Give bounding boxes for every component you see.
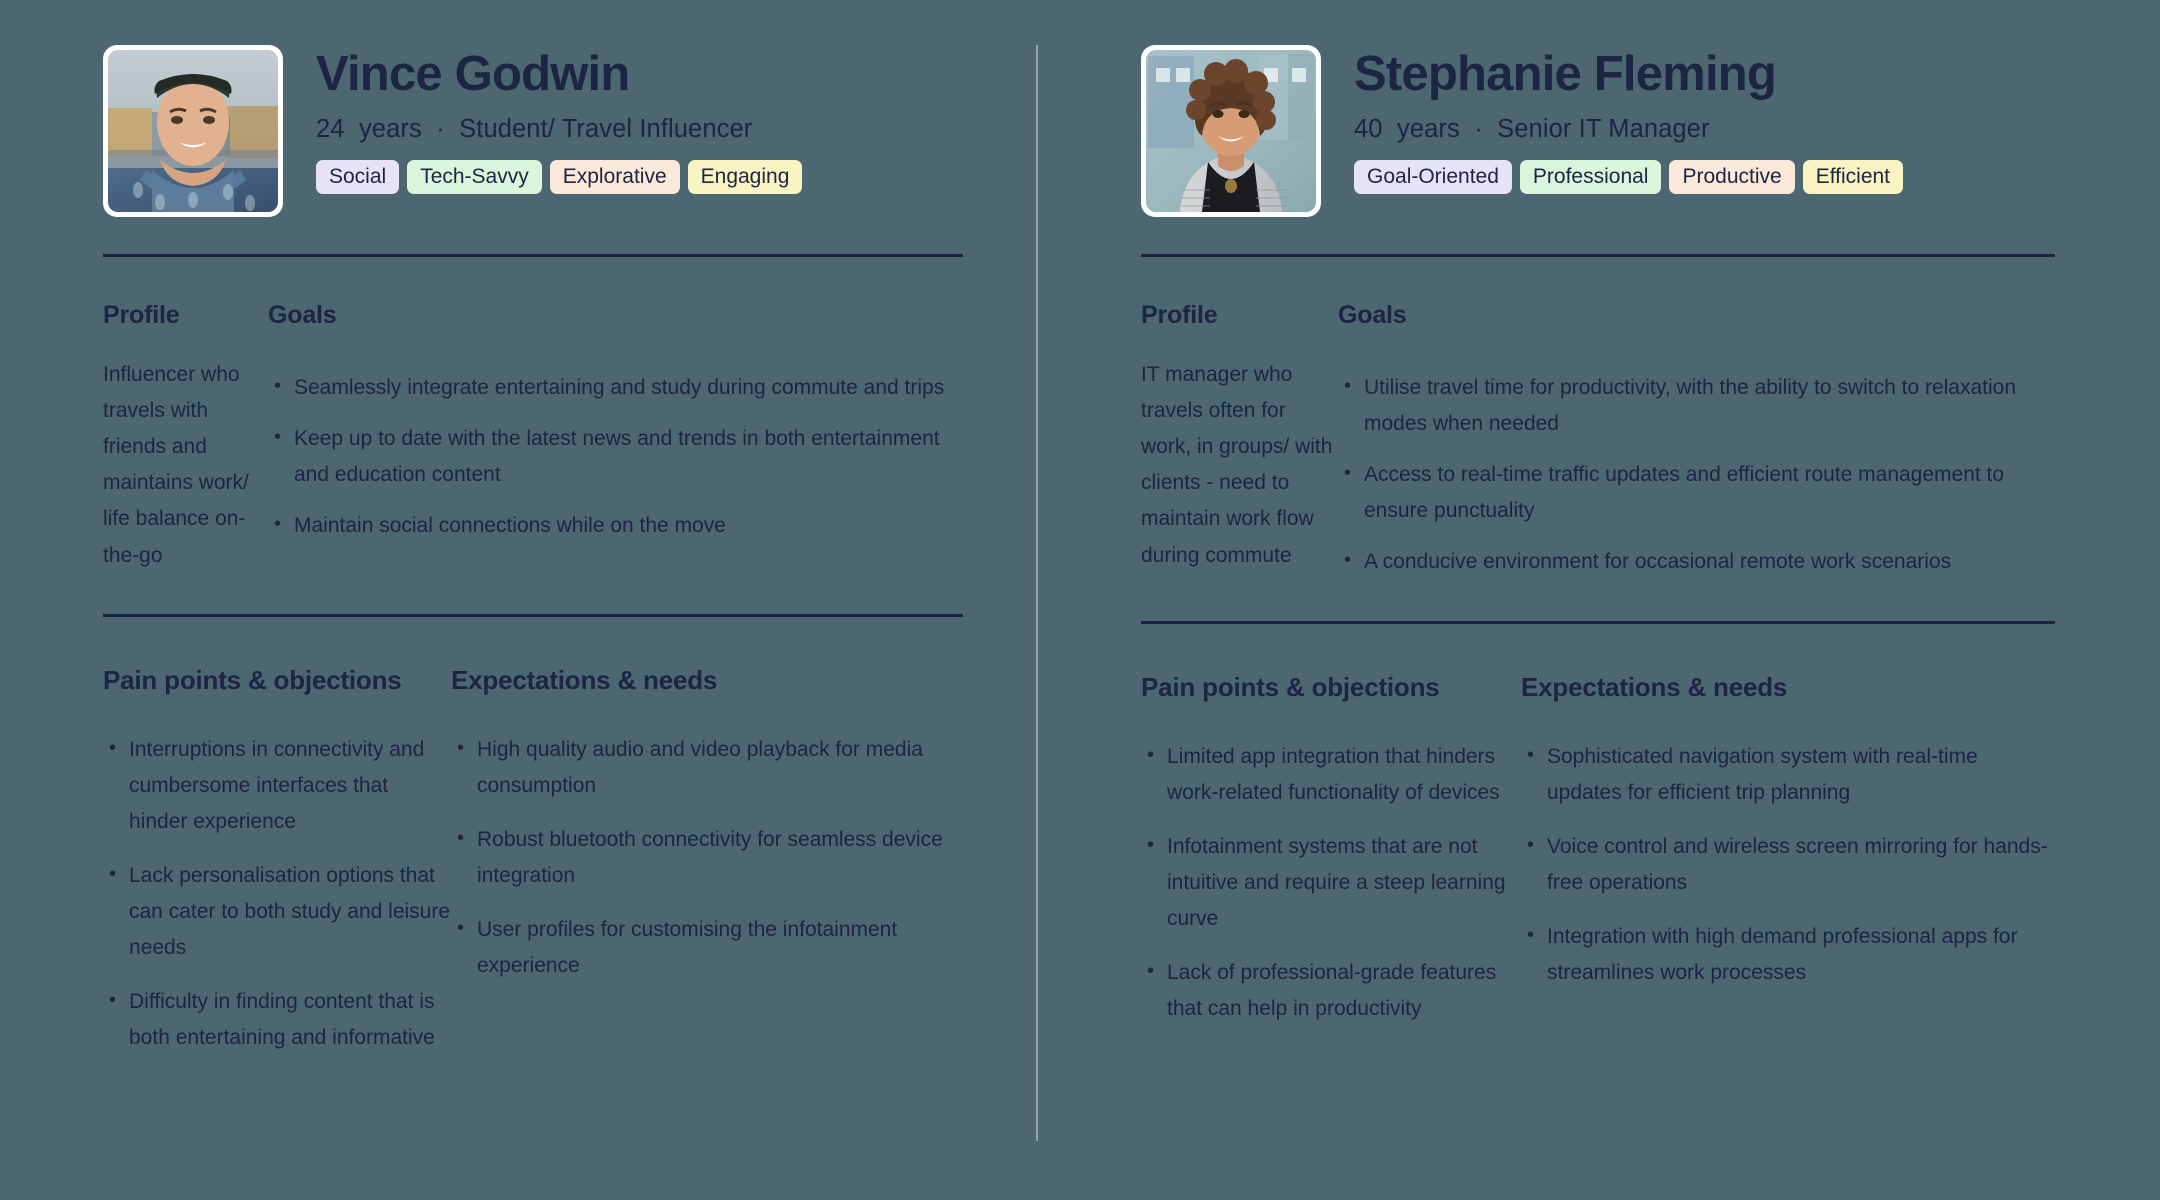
pain-points-list: Limited app integration that hinders wor… xyxy=(1141,738,1521,1028)
meta-separator: · xyxy=(436,115,445,143)
persona-role: Student/ Travel Influencer xyxy=(459,115,753,143)
expectations-heading: Expectations & needs xyxy=(1521,671,1788,702)
persona-tag[interactable]: Productive xyxy=(1669,160,1795,194)
goals-heading: Goals xyxy=(268,301,337,329)
persona-meta: 24 years · Student/ Travel Influencer xyxy=(316,115,963,144)
persona-identity: Vince Godwin 24 years · Student/ Travel … xyxy=(283,45,963,194)
list-item: Access to real-time traffic updates and … xyxy=(1344,456,2055,529)
persona-header: Vince Godwin 24 years · Student/ Travel … xyxy=(103,45,963,217)
persona-name: Vince Godwin xyxy=(316,47,630,101)
expectations-list: High quality audio and video playback fo… xyxy=(451,731,963,985)
expectations-list: Sophisticated navigation system with rea… xyxy=(1521,738,2055,992)
expectations-column: Expectations & needs Sophisticated navig… xyxy=(1521,672,2055,1046)
list-item: Interruptions in connectivity and cumber… xyxy=(109,731,451,840)
list-item: High quality audio and video playback fo… xyxy=(457,731,963,804)
expectations-column: Expectations & needs High quality audio … xyxy=(451,665,963,1075)
persona-tag[interactable]: Tech-Savvy xyxy=(407,160,542,194)
persona-tag[interactable]: Explorative xyxy=(549,160,680,194)
list-item: User profiles for customising the infota… xyxy=(457,911,963,984)
goals-heading: Goals xyxy=(1338,301,1407,329)
expectations-heading: Expectations & needs xyxy=(451,664,718,695)
avatar-vince-godwin xyxy=(108,50,278,212)
profile-goals-block: Profile IT manager who travels often for… xyxy=(1141,257,2055,621)
persona-age-unit: years xyxy=(358,115,422,143)
goals-list: Utilise travel time for productivity, wi… xyxy=(1338,369,2055,581)
profile-text: Influencer who travels with friends and … xyxy=(103,363,249,567)
persona-age: 24 xyxy=(316,115,345,143)
pain-points-column: Pain points & objections Interruptions i… xyxy=(103,665,451,1075)
pain-points-column: Pain points & objections Limited app int… xyxy=(1141,672,1521,1046)
profile-text: IT manager who travels often for work, i… xyxy=(1141,363,1333,567)
persona-tag[interactable]: Professional xyxy=(1519,160,1662,194)
list-item: A conducive environment for occasional r… xyxy=(1344,543,2055,580)
pain-points-heading: Pain points & objections xyxy=(103,664,402,695)
persona-meta: 40 years · Senior IT Manager xyxy=(1354,115,2055,144)
list-item: Lack of professional-grade features that… xyxy=(1147,954,1521,1027)
list-item: Sophisticated navigation system with rea… xyxy=(1527,738,2055,811)
persona-age: 40 xyxy=(1354,115,1383,143)
list-item: Integration with high demand professiona… xyxy=(1527,918,2055,991)
meta-separator: · xyxy=(1474,115,1483,143)
goals-column: Goals Seamlessly integrate entertaining … xyxy=(268,301,963,574)
persona-tag-list: Social Tech-Savvy Explorative Engaging xyxy=(316,160,963,194)
pain-expectations-block: Pain points & objections Interruptions i… xyxy=(103,617,963,1075)
profile-column: Profile Influencer who travels with frie… xyxy=(103,301,268,574)
profile-heading: Profile xyxy=(1141,301,1218,329)
persona-role: Senior IT Manager xyxy=(1497,115,1710,143)
avatar-frame xyxy=(1141,45,1321,217)
list-item: Utilise travel time for productivity, wi… xyxy=(1344,369,2055,442)
list-item: Limited app integration that hinders wor… xyxy=(1147,738,1521,811)
pain-points-list: Interruptions in connectivity and cumber… xyxy=(103,731,451,1057)
avatar-stephanie-fleming xyxy=(1146,50,1316,212)
persona-tag-list: Goal-Oriented Professional Productive Ef… xyxy=(1354,160,2055,194)
list-item: Keep up to date with the latest news and… xyxy=(274,420,963,493)
pain-expectations-block: Pain points & objections Limited app int… xyxy=(1141,624,2055,1046)
list-item: Voice control and wireless screen mirror… xyxy=(1527,828,2055,901)
list-item: Lack personalisation options that can ca… xyxy=(109,857,451,966)
persona-card-vince-godwin: Vince Godwin 24 years · Student/ Travel … xyxy=(0,0,1036,1200)
persona-age-unit: years xyxy=(1396,115,1460,143)
list-item: Seamlessly integrate entertaining and st… xyxy=(274,369,963,406)
persona-name: Stephanie Fleming xyxy=(1354,47,1777,101)
persona-tag[interactable]: Social xyxy=(316,160,400,194)
profile-goals-block: Profile Influencer who travels with frie… xyxy=(103,257,963,614)
persona-header: Stephanie Fleming 40 years · Senior IT M… xyxy=(1141,45,2055,217)
pain-points-heading: Pain points & objections xyxy=(1141,671,1440,702)
list-item: Robust bluetooth connectivity for seamle… xyxy=(457,821,963,894)
list-item: Maintain social connections while on the… xyxy=(274,507,963,544)
persona-column-divider xyxy=(1036,45,1038,1141)
goals-column: Goals Utilise travel time for productivi… xyxy=(1338,301,2055,581)
list-item: Infotainment systems that are not intuit… xyxy=(1147,828,1521,937)
goals-list: Seamlessly integrate entertaining and st… xyxy=(268,369,963,544)
profile-heading: Profile xyxy=(103,301,180,329)
persona-card-stephanie-fleming: Stephanie Fleming 40 years · Senior IT M… xyxy=(1036,0,2160,1200)
persona-board: Vince Godwin 24 years · Student/ Travel … xyxy=(0,0,2160,1200)
profile-column: Profile IT manager who travels often for… xyxy=(1141,301,1338,581)
list-item: Difficulty in finding content that is bo… xyxy=(109,983,451,1056)
avatar-frame xyxy=(103,45,283,217)
persona-identity: Stephanie Fleming 40 years · Senior IT M… xyxy=(1321,45,2055,194)
persona-tag[interactable]: Engaging xyxy=(687,160,803,194)
persona-tag[interactable]: Goal-Oriented xyxy=(1354,160,1512,194)
persona-tag[interactable]: Efficient xyxy=(1802,160,1904,194)
